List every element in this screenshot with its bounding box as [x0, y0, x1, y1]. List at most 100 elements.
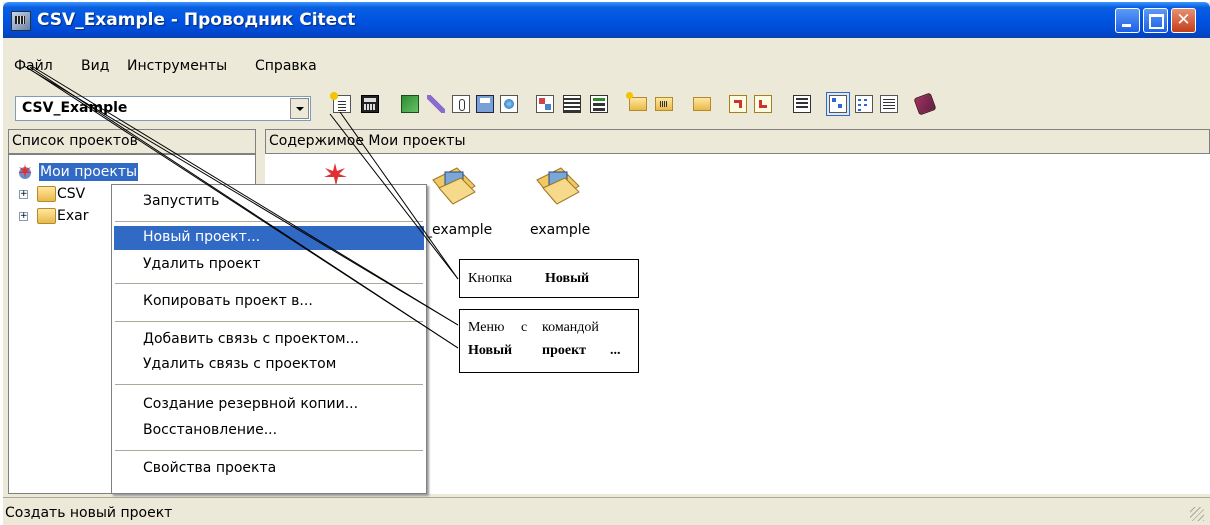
- compile-button[interactable]: [358, 92, 382, 116]
- minimize-icon: [1122, 24, 1131, 27]
- folder-button[interactable]: [690, 92, 714, 116]
- menu-item-backup[interactable]: Создание резервной копии...: [114, 393, 424, 417]
- dropdown-arrow-icon[interactable]: [290, 98, 309, 119]
- menu-help[interactable]: Справка: [255, 58, 317, 74]
- projects-list-header-label: Список проектов: [12, 133, 138, 149]
- restore-button[interactable]: [751, 92, 775, 116]
- menu-item-label: Копировать проект в...: [143, 293, 313, 309]
- edit-button[interactable]: [424, 92, 448, 116]
- expand-icon[interactable]: +: [19, 212, 28, 221]
- open-button[interactable]: [652, 92, 676, 116]
- callout-text: проект: [542, 343, 587, 358]
- menu-item-label: Добавить связь с проектом...: [143, 331, 359, 347]
- callout-text: Меню: [468, 320, 505, 335]
- large-icons-icon: [829, 95, 847, 113]
- backup-icon: [729, 95, 747, 113]
- cicode-editor-button[interactable]: [587, 92, 611, 116]
- backup-button[interactable]: [726, 92, 750, 116]
- close-icon: ✕: [1176, 10, 1191, 30]
- menu-file[interactable]: Файл: [14, 58, 53, 74]
- menu-item-label: Удалить связь с проектом: [143, 356, 337, 372]
- callout-text: Новый: [545, 271, 590, 286]
- callout-text: ...: [610, 343, 621, 358]
- properties-button[interactable]: [449, 92, 473, 116]
- menu-item-run[interactable]: Запустить: [114, 190, 424, 214]
- tree-item-label: Exar: [57, 208, 89, 224]
- new-folder-icon: [626, 92, 647, 111]
- expand-icon[interactable]: +: [19, 190, 28, 199]
- menu-separator: [115, 384, 423, 385]
- menu-item-label: Удалить проект: [143, 256, 261, 272]
- my-projects-icon: [18, 164, 32, 179]
- close-button[interactable]: ✕: [1171, 8, 1196, 33]
- edit-icon: [427, 95, 445, 113]
- window-title: CSV_Example - Проводник Citect: [37, 10, 356, 30]
- project-editor-button[interactable]: [560, 92, 584, 116]
- menu-item-label: Восстановление...: [143, 422, 278, 438]
- new-folder-button[interactable]: [626, 92, 650, 116]
- project-item-label: _example: [425, 222, 493, 238]
- contents-header-label: Содержимое Мои проекты: [269, 133, 466, 149]
- settings-button[interactable]: [790, 92, 814, 116]
- menu-bar: Файл Вид Инструменты Справка: [3, 38, 1210, 82]
- menu-item-delete-project[interactable]: Удалить проект: [114, 253, 424, 277]
- details-icon: [880, 95, 898, 113]
- menu-tools[interactable]: Инструменты: [127, 58, 227, 74]
- tree-item-label: Мои проекты: [39, 163, 139, 181]
- run-icon: [401, 95, 419, 113]
- callout-text: командой: [542, 320, 599, 335]
- menu-item-label: Новый проект...: [143, 229, 261, 245]
- menu-view[interactable]: Вид: [81, 58, 109, 74]
- graphics-button[interactable]: [533, 92, 557, 116]
- help-book-icon: [913, 92, 937, 116]
- menu-item-restore[interactable]: Восстановление...: [114, 419, 424, 443]
- tree-item-label: CSV: [57, 186, 86, 202]
- menu-item-copy-project[interactable]: Копировать проект в...: [114, 290, 424, 314]
- save-icon: [476, 95, 494, 113]
- callout-menu-command: Меню с командой Новый проект ...: [459, 309, 639, 373]
- project-folder-icon: [432, 167, 476, 205]
- callout-text: Кнопка: [468, 271, 513, 286]
- resize-grip-icon[interactable]: [1190, 507, 1204, 521]
- new-project-button[interactable]: [330, 92, 354, 116]
- callout-new-button: Кнопка Новый: [459, 259, 639, 298]
- graphics-icon: [536, 95, 554, 113]
- menu-separator: [115, 450, 423, 451]
- menu-item-add-link[interactable]: Добавить связь с проектом...: [114, 328, 424, 352]
- project-select[interactable]: CSV_Example: [15, 96, 311, 121]
- menu-item-project-properties[interactable]: Свойства проекта: [114, 457, 424, 481]
- project-editor-icon: [563, 95, 581, 113]
- details-button[interactable]: [877, 92, 901, 116]
- menu-item-new-project[interactable]: Новый проект...: [114, 226, 424, 250]
- menu-item-remove-link[interactable]: Удалить связь с проектом: [114, 353, 424, 377]
- app-icon[interactable]: [11, 11, 31, 31]
- browse-icon: [500, 95, 518, 113]
- context-menu: Запустить Новый проект... Удалить проект…: [111, 184, 427, 494]
- callout-text: Новый: [468, 343, 513, 358]
- settings-icon: [793, 95, 811, 113]
- cicode-editor-icon: [590, 95, 608, 113]
- status-text: Создать новый проект: [5, 505, 173, 521]
- menu-item-label: Свойства проекта: [143, 460, 277, 476]
- save-button[interactable]: [473, 92, 497, 116]
- help-book-button[interactable]: [913, 92, 937, 116]
- browse-button[interactable]: [497, 92, 521, 116]
- restore-icon: [754, 95, 772, 113]
- title-bar[interactable]: CSV_Example - Проводник Citect ✕: [3, 2, 1210, 38]
- contents-header[interactable]: Содержимое Мои проекты: [265, 129, 1210, 154]
- properties-icon: [452, 95, 470, 113]
- small-icons-button[interactable]: [852, 92, 876, 116]
- open-icon: [655, 97, 673, 111]
- new-project-icon: [330, 92, 351, 113]
- project-item-label: example: [530, 222, 591, 238]
- menu-item-label: Создание резервной копии...: [143, 396, 359, 412]
- projects-list-header[interactable]: Список проектов: [8, 129, 256, 154]
- callout-text: с: [521, 320, 528, 335]
- run-button[interactable]: [398, 92, 422, 116]
- folder-icon: [37, 208, 56, 224]
- folder-icon: [693, 97, 711, 111]
- maximize-button[interactable]: [1143, 8, 1168, 33]
- small-icons-icon: [855, 95, 873, 113]
- minimize-button[interactable]: [1115, 8, 1140, 33]
- large-icons-button[interactable]: [826, 92, 850, 116]
